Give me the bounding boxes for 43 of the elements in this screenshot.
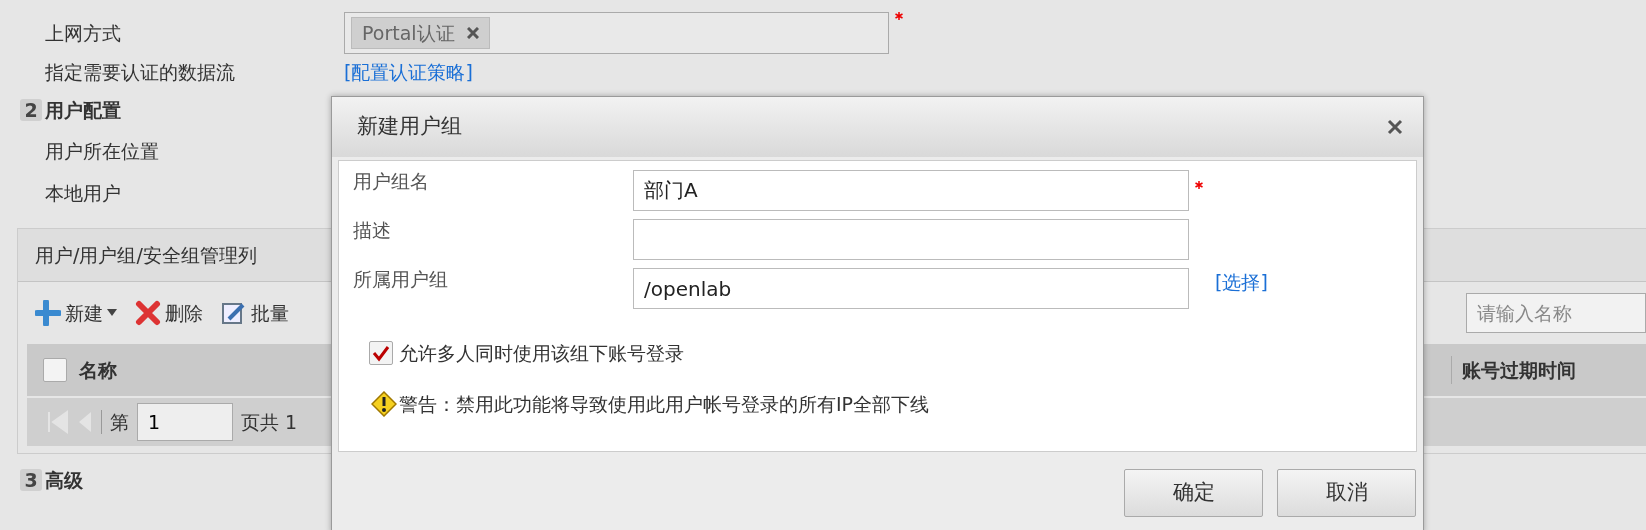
- text-field[interactable]: [633, 219, 1189, 260]
- toolbar-button[interactable]: 删除: [135, 298, 203, 328]
- plus-icon: [35, 300, 61, 326]
- edit-icon: [221, 300, 247, 326]
- pager-label: 第: [110, 409, 129, 435]
- field-label: 所属用户组: [353, 267, 449, 292]
- pager-label: 页共 1: [241, 409, 298, 435]
- warning-icon: [371, 390, 397, 417]
- check-icon: [372, 344, 390, 363]
- field-label: 上网方式: [45, 20, 122, 46]
- dialog-button[interactable]: 确定: [1124, 469, 1263, 517]
- remove-icon[interactable]: [466, 27, 479, 39]
- panel-title: 用户/用户组/安全组管理列: [35, 242, 257, 268]
- step-number: 2: [20, 99, 42, 121]
- page-field[interactable]: 1: [137, 403, 233, 441]
- step-number: 3: [20, 469, 42, 491]
- column-header: 名称: [79, 357, 117, 383]
- delete-icon: [135, 300, 161, 326]
- dialog-button[interactable]: 取消: [1277, 469, 1416, 517]
- checkbox[interactable]: [369, 341, 393, 366]
- select-link[interactable]: [选择]: [1215, 268, 1268, 297]
- column-header: 账号过期时间: [1451, 355, 1576, 385]
- select-field[interactable]: Portal认证: [344, 12, 889, 54]
- field-label: 用户组名: [353, 169, 430, 194]
- tag-label: Portal认证: [362, 20, 455, 46]
- checkbox-label: 允许多人同时使用该组下账号登录: [399, 341, 684, 366]
- caret-icon: [107, 309, 117, 317]
- field-label: 本地用户: [45, 180, 122, 206]
- close-icon[interactable]: [1387, 119, 1403, 135]
- dialog-title: 新建用户组: [357, 113, 462, 141]
- config-link[interactable]: [配置认证策略]: [344, 58, 473, 87]
- toolbar-button[interactable]: 批量: [221, 298, 289, 328]
- text-field[interactable]: /openlab: [633, 268, 1189, 309]
- field-label: 描述: [353, 218, 392, 243]
- search-field[interactable]: 请输入名称: [1466, 293, 1646, 333]
- toolbar-button[interactable]: 新建: [35, 298, 117, 328]
- section-title: 高级: [45, 467, 83, 493]
- section-title: 用户配置: [45, 97, 121, 123]
- text-field[interactable]: 部门A: [633, 170, 1189, 211]
- field-label: 用户所在位置: [45, 138, 160, 164]
- checkbox[interactable]: [43, 358, 67, 382]
- warning-text: 警告：禁用此功能将导致使用此用户帐号登录的所有IP全部下线: [399, 391, 930, 417]
- field-label: 指定需要认证的数据流: [45, 60, 236, 85]
